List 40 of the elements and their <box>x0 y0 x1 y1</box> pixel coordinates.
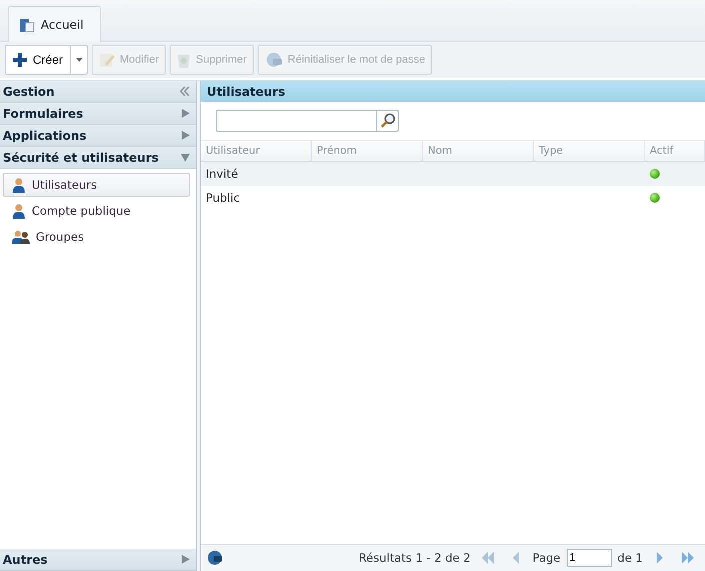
sidebar-title: Gestion <box>3 84 55 98</box>
notepad-icon <box>99 52 116 68</box>
page-count: de 1 <box>618 551 643 565</box>
first-page-button[interactable] <box>480 550 496 566</box>
group-icon <box>12 230 30 244</box>
create-split-button[interactable]: Créer <box>5 45 88 75</box>
caret-icon <box>76 58 83 62</box>
section-title: Sécurité et utilisateurs <box>3 150 159 164</box>
section-header[interactable]: Formulaires <box>0 103 196 125</box>
nav-item[interactable]: Groupes <box>3 225 190 249</box>
expand-arrow-icon[interactable] <box>182 131 190 140</box>
search-button[interactable] <box>377 110 399 132</box>
plus-icon <box>13 53 27 67</box>
results-count: Résultats 1 - 2 de 2 <box>358 551 471 565</box>
table-cell-text: Public <box>205 190 242 207</box>
page-input[interactable]: 1 <box>566 549 612 567</box>
section-header[interactable]: Applications <box>0 125 196 147</box>
table-row[interactable]: Invité <box>201 162 705 186</box>
section-header[interactable]: Autres <box>0 549 196 571</box>
page-label: Page <box>532 551 561 565</box>
nav-item[interactable]: Compte publique <box>3 199 190 223</box>
table-cell-text: Invité <box>205 166 240 183</box>
section-header[interactable]: Sécurité et utilisateurs <box>0 147 196 169</box>
section-title: Autres <box>3 552 48 566</box>
user-icon <box>12 177 26 193</box>
search-field[interactable] <box>216 110 377 132</box>
create-button[interactable]: Créer <box>6 46 72 74</box>
user-icon <box>12 203 26 219</box>
collapse-sidebar-icon[interactable] <box>180 87 190 96</box>
nav-item[interactable]: Utilisateurs <box>3 173 190 197</box>
section-title: Applications <box>3 128 87 142</box>
panel-title: Utilisateurs <box>201 81 705 102</box>
search-icon <box>380 113 396 129</box>
section-title: Formulaires <box>3 106 84 120</box>
collapse-arrow-icon[interactable] <box>181 154 190 162</box>
tab[interactable]: Accueil <box>8 6 101 42</box>
expand-arrow-icon[interactable] <box>182 555 190 564</box>
expand-arrow-icon[interactable] <box>182 109 190 118</box>
last-page-button[interactable] <box>680 550 696 566</box>
trash-icon <box>177 52 192 68</box>
